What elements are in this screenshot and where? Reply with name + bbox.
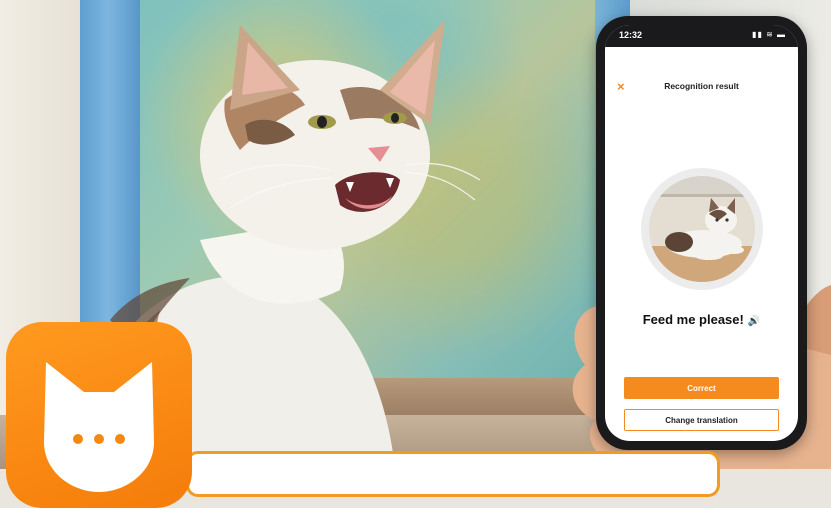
notch bbox=[653, 25, 750, 43]
translation-row: Feed me please! 🔊 bbox=[605, 311, 798, 329]
cat-chat-app-icon bbox=[6, 322, 192, 508]
correct-button[interactable]: Correct bbox=[624, 377, 779, 399]
phone: 12:32 ▮▮ ≋ ▬ × Recognition result Feed m… bbox=[596, 16, 807, 450]
bottom-banner bbox=[186, 451, 720, 497]
change-translation-button[interactable]: Change translation bbox=[624, 409, 779, 431]
status-time: 12:32 bbox=[619, 30, 643, 40]
screen-title: Recognition result bbox=[664, 81, 739, 91]
speaker-icon[interactable]: 🔊 bbox=[748, 316, 760, 327]
phone-screen: 12:32 ▮▮ ≋ ▬ × Recognition result Feed m… bbox=[605, 25, 798, 441]
translated-phrase: Feed me please! bbox=[642, 312, 744, 327]
cat-photo bbox=[649, 176, 755, 282]
signal-wifi-battery-icon: ▮▮ ≋ ▬ bbox=[752, 30, 786, 39]
lying-cat-photo bbox=[649, 176, 755, 282]
cat-photo-avatar bbox=[641, 168, 763, 290]
cat-face-icon bbox=[44, 362, 154, 492]
